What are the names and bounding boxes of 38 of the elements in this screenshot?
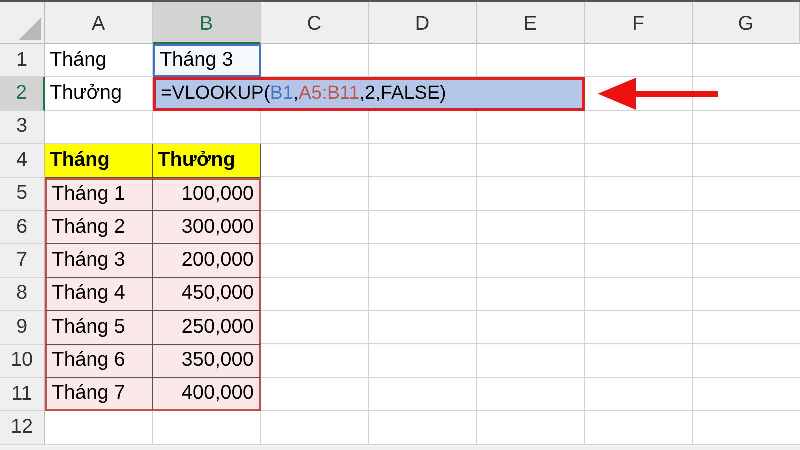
row-header[interactable]: 10 xyxy=(0,344,45,378)
table-cell: 250,000 xyxy=(153,311,261,345)
column-header[interactable]: G xyxy=(693,2,800,44)
row-header[interactable]: 8 xyxy=(0,278,45,312)
table-cell: Tháng 7 xyxy=(45,378,153,412)
row-header[interactable]: 9 xyxy=(0,311,45,345)
table-cell: Tháng 3 xyxy=(45,244,153,278)
table-cell: Tháng 5 xyxy=(45,311,153,345)
row-header[interactable]: 5 xyxy=(0,178,45,211)
table-cell: Tháng 3 xyxy=(153,44,261,78)
row-header[interactable]: 11 xyxy=(0,378,45,412)
table-cell: Tháng 1 xyxy=(45,178,153,211)
row-header[interactable]: 4 xyxy=(0,144,45,178)
row-header[interactable]: 3 xyxy=(0,110,45,144)
row-header[interactable]: 1 xyxy=(0,44,45,78)
table-cell: 450,000 xyxy=(153,278,261,312)
table-cell: Tháng 2 xyxy=(45,210,153,244)
column-header[interactable]: B xyxy=(153,2,261,44)
column-heading-cell: Tháng xyxy=(45,144,153,178)
table-cell: Tháng 6 xyxy=(45,344,153,378)
row-header[interactable]: 2 xyxy=(0,77,45,111)
select-all-icon[interactable] xyxy=(19,18,41,40)
column-header[interactable]: F xyxy=(585,2,693,44)
table-cell: 400,000 xyxy=(153,378,261,412)
row-header[interactable]: 12 xyxy=(0,411,45,445)
row-header[interactable]: 7 xyxy=(0,244,45,278)
table-cell: 100,000 xyxy=(153,178,261,211)
column-header[interactable]: E xyxy=(477,2,585,44)
column-heading-cell: Thưởng xyxy=(153,144,261,178)
table-cell: 200,000 xyxy=(153,244,261,278)
table-cell: 350,000 xyxy=(153,344,261,378)
row-header[interactable]: 6 xyxy=(0,210,45,244)
column-header[interactable]: A xyxy=(45,2,153,44)
column-header[interactable]: D xyxy=(369,2,477,44)
table-cell: 300,000 xyxy=(153,210,261,244)
column-header[interactable]: C xyxy=(261,2,369,44)
formula-cell: =VLOOKUP(B1,A5:B11,2,FALSE) xyxy=(153,77,585,111)
table-cell: Tháng 4 xyxy=(45,278,153,312)
